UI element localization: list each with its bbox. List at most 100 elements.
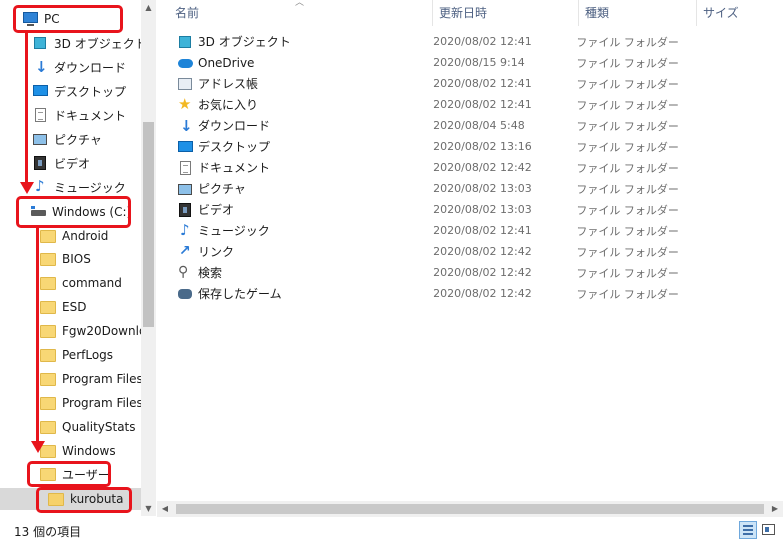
scrollbar-thumb[interactable] xyxy=(143,122,154,327)
3d-objects-icon xyxy=(32,35,49,51)
file-date: 2020/08/02 12:41 xyxy=(433,224,532,237)
list-item[interactable]: OneDrive 2020/08/15 9:14 ファイル フォルダー xyxy=(175,52,695,73)
file-type: ファイル フォルダー xyxy=(576,98,679,112)
list-item[interactable]: ★ お気に入り 2020/08/02 12:41 ファイル フォルダー xyxy=(175,94,695,115)
nav-item-label: ESD xyxy=(62,300,87,314)
list-item[interactable]: アドレス帳 2020/08/02 12:41 ファイル フォルダー xyxy=(175,73,695,94)
folder-icon xyxy=(40,323,57,339)
list-item[interactable]: ピクチャ 2020/08/02 13:03 ファイル フォルダー xyxy=(175,178,695,199)
scroll-up-icon[interactable]: ▲ xyxy=(141,0,156,15)
nav-item-label: ピクチャ xyxy=(54,132,102,147)
folder-icon xyxy=(40,395,57,411)
list-item[interactable]: ↓ ダウンロード 2020/08/04 5:48 ファイル フォルダー xyxy=(175,115,695,136)
annotation-arrow-line xyxy=(25,33,28,183)
video-icon xyxy=(32,155,49,171)
file-date: 2020/08/02 13:03 xyxy=(433,182,532,195)
column-date[interactable]: 更新日時 xyxy=(433,0,579,26)
nav-item-program-files-x86[interactable]: Program Files ( xyxy=(40,392,151,414)
item-count: 13 個の項目 xyxy=(14,525,82,539)
annotation-arrow-head xyxy=(31,441,45,453)
download-icon: ↓ xyxy=(180,116,193,135)
nav-item-documents[interactable]: ドキュメント xyxy=(32,104,126,126)
scroll-left-icon[interactable]: ◀ xyxy=(157,501,173,517)
file-date: 2020/08/02 12:42 xyxy=(433,287,532,300)
nav-item-label: ビデオ xyxy=(54,156,91,171)
annotation-arrow-head xyxy=(20,182,34,194)
large-icons-view-button[interactable] xyxy=(760,521,778,539)
nav-item-windows[interactable]: Windows xyxy=(40,440,116,462)
scroll-down-icon[interactable]: ▼ xyxy=(141,501,156,516)
nav-item-desktop[interactable]: デスクトップ xyxy=(32,80,126,102)
nav-item-3d-objects[interactable]: 3D オブジェクト xyxy=(32,32,147,54)
nav-item-esd[interactable]: ESD xyxy=(40,296,86,318)
contacts-icon xyxy=(177,76,193,92)
nav-item-fgw20download[interactable]: Fgw20Downloa xyxy=(40,320,154,342)
nav-item-android[interactable]: Android xyxy=(40,225,108,247)
column-date-label: 更新日時 xyxy=(439,6,488,20)
navigation-pane: PC 3D オブジェクト ↓ ダウンロード デスクトップ ドキュメント ピクチャ… xyxy=(0,0,157,516)
large-icons-view-icon xyxy=(762,524,775,535)
column-type[interactable]: 種類 xyxy=(579,0,697,26)
list-item[interactable]: ♪ ミュージック 2020/08/02 12:41 ファイル フォルダー xyxy=(175,220,695,241)
file-name: 検索 xyxy=(198,266,223,280)
list-item[interactable]: 3D オブジェクト 2020/08/02 12:41 ファイル フォルダー xyxy=(175,31,695,52)
file-date: 2020/08/02 12:42 xyxy=(433,245,532,258)
list-item[interactable]: 保存したゲーム 2020/08/02 12:42 ファイル フォルダー xyxy=(175,283,695,304)
nav-item-label: 3D オブジェクト xyxy=(54,36,147,51)
nav-item-command[interactable]: command xyxy=(40,272,122,294)
file-type: ファイル フォルダー xyxy=(576,56,679,70)
nav-item-label: ダウンロード xyxy=(54,60,127,75)
file-type: ファイル フォルダー xyxy=(576,224,679,238)
file-type: ファイル フォルダー xyxy=(576,182,679,196)
scrollbar-thumb[interactable] xyxy=(176,504,764,514)
onedrive-icon xyxy=(177,55,193,71)
nav-item-label: Windows xyxy=(62,444,116,458)
nav-item-label: デスクトップ xyxy=(54,84,127,99)
file-name: OneDrive xyxy=(198,55,255,70)
nav-item-bios[interactable]: BIOS xyxy=(40,248,91,270)
column-size-label: サイズ xyxy=(703,6,739,20)
folder-icon xyxy=(40,228,57,244)
file-date: 2020/08/02 13:03 xyxy=(433,203,532,216)
list-item[interactable]: ↗ リンク 2020/08/02 12:42 ファイル フォルダー xyxy=(175,241,695,262)
file-type: ファイル フォルダー xyxy=(576,203,679,217)
scroll-right-icon[interactable]: ▶ xyxy=(767,501,783,517)
column-type-label: 種類 xyxy=(585,6,610,20)
video-icon xyxy=(177,202,193,218)
details-view-button[interactable] xyxy=(739,521,757,539)
nav-item-music[interactable]: ♪ ミュージック xyxy=(32,176,126,198)
music-icon: ♪ xyxy=(180,220,190,239)
nav-item-perflogs[interactable]: PerfLogs xyxy=(40,344,113,366)
horizontal-scrollbar[interactable]: ◀ ▶ xyxy=(157,501,783,517)
nav-item-videos[interactable]: ビデオ xyxy=(32,152,90,174)
link-icon: ↗ xyxy=(179,242,191,259)
annotation-box-windows-c xyxy=(16,196,131,228)
favorites-icon: ★ xyxy=(178,94,192,113)
file-name: ミュージック xyxy=(198,224,270,238)
column-header: 名前 ︿ 更新日時 種類 サイズ xyxy=(157,0,783,26)
nav-item-label: Fgw20Downloa xyxy=(62,324,154,338)
sidebar-scrollbar[interactable]: ▲ ▼ xyxy=(141,0,156,516)
nav-item-pictures[interactable]: ピクチャ xyxy=(32,128,102,150)
list-item[interactable]: ⚲ 検索 2020/08/02 12:42 ファイル フォルダー xyxy=(175,262,695,283)
list-item[interactable]: ドキュメント 2020/08/02 12:42 ファイル フォルダー xyxy=(175,157,695,178)
column-size[interactable]: サイズ xyxy=(697,0,783,26)
list-item[interactable]: デスクトップ 2020/08/02 13:16 ファイル フォルダー xyxy=(175,136,695,157)
desktop-icon xyxy=(32,83,49,99)
search-icon: ⚲ xyxy=(178,263,189,280)
file-name: 保存したゲーム xyxy=(198,287,282,301)
nav-item-program-files[interactable]: Program Files xyxy=(40,368,143,390)
list-item[interactable]: ビデオ 2020/08/02 13:03 ファイル フォルダー xyxy=(175,199,695,220)
file-name: 3D オブジェクト xyxy=(198,35,291,49)
file-name: アドレス帳 xyxy=(198,77,259,91)
file-type: ファイル フォルダー xyxy=(576,119,679,133)
saved-games-icon xyxy=(177,286,193,302)
nav-item-label: command xyxy=(62,276,122,290)
file-name: リンク xyxy=(198,245,235,259)
pictures-icon xyxy=(32,131,49,147)
nav-item-qualitystats[interactable]: QualityStats xyxy=(40,416,136,438)
file-type: ファイル フォルダー xyxy=(576,140,679,154)
nav-item-label: BIOS xyxy=(62,252,91,266)
nav-item-downloads[interactable]: ↓ ダウンロード xyxy=(32,56,126,78)
file-date: 2020/08/02 12:41 xyxy=(433,77,532,90)
